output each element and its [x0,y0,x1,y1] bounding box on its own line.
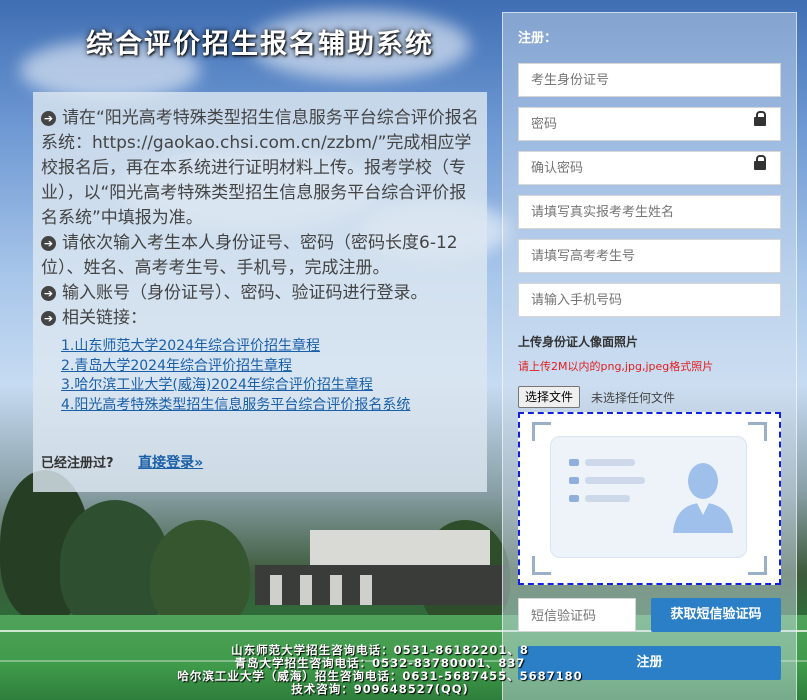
exam-number-input[interactable] [518,239,781,273]
arrow-circle-icon: ➔ [41,286,56,301]
register-heading: 注册： [518,31,558,46]
id-card-preview[interactable] [518,412,781,585]
choose-file-button[interactable]: 选择文件 [518,386,581,408]
name-input[interactable] [518,195,781,229]
frame-corner [532,556,551,575]
confirm-password-field [503,151,796,185]
id-number-input[interactable] [518,63,781,97]
register-panel: 注册： 上传身份证人像面照片 请上传2M以内的png,jpg,jpeg格式照片 … [502,12,797,700]
link-sunshine-platform[interactable]: 4.阳光高考特殊类型招生信息服务平台综合评价报名系统 [61,396,479,416]
upload-hint: 请上传2M以内的png,jpg,jpeg格式照片 [518,360,714,373]
info-panel: ➔ 请在“阳光高考特殊类型招生信息服务平台综合评价报名系统：https://gao… [33,92,487,492]
info-item: ➔ 请依次输入考生本人身份证号、密码（密码长度6-12位）、姓名、高考考生号、手机… [41,233,458,278]
file-status: 未选择任何文件 [591,391,676,405]
lock-icon [754,155,766,170]
arrow-circle-icon: ➔ [41,311,56,326]
password-input[interactable] [518,107,781,141]
related-links: 1.山东师范大学2024年综合评价招生章程 2.青岛大学2024年综合评价招生章… [61,337,479,415]
sms-code-input[interactable] [518,598,636,632]
direct-login-link[interactable]: 直接登录» [138,455,203,471]
phone-input[interactable] [518,283,781,317]
page-title: 综合评价招生报名辅助系统 [86,29,434,60]
link-qdu-charter[interactable]: 2.青岛大学2024年综合评价招生章程 [61,357,479,377]
link-sdnu-charter[interactable]: 1.山东师范大学2024年综合评价招生章程 [61,337,479,357]
login-row: 已经注册过? 直接登录» [41,452,203,472]
info-item: ➔ 相关链接： [41,306,479,331]
confirm-password-input[interactable] [518,151,781,185]
frame-corner [748,556,767,575]
registered-prompt: 已经注册过? [41,456,114,471]
upload-title: 上传身份证人像面照片 [518,335,639,349]
footer-contact: 山东师范大学招生咨询电话：0531-86182201、8 青岛大学招生咨询电话：… [150,644,610,696]
person-portrait-icon [673,463,733,533]
lock-icon [754,111,766,126]
arrow-circle-icon: ➔ [41,111,56,126]
link-hitwh-charter[interactable]: 3.哈尔滨工业大学(威海)2024年综合评价招生章程 [61,376,479,396]
frame-corner [748,422,767,441]
get-sms-code-button[interactable]: 获取短信验证码 [651,598,781,632]
info-item: ➔ 输入账号（身份证号）、密码、验证码进行登录。 [41,281,479,306]
info-item: ➔ 请在“阳光高考特殊类型招生信息服务平台综合评价报名系统：https://gao… [41,108,479,228]
footer-line: 技术咨询：909648527(QQ) [291,682,469,696]
password-field [503,107,796,141]
arrow-circle-icon: ➔ [41,236,56,251]
id-card-placeholder-icon [550,436,747,558]
frame-corner [532,422,551,441]
